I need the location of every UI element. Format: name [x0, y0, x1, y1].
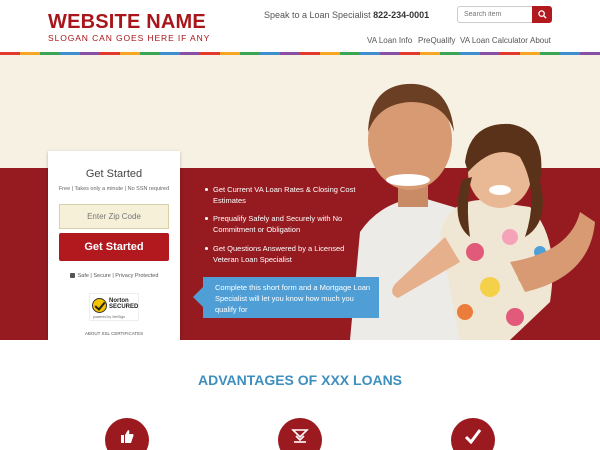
zip-code-input[interactable]: [59, 204, 169, 229]
secure-note: Safe | Secure | Privacy Protected: [48, 273, 180, 279]
phone-contact: Speak to a Loan Specialist 822-234-0001: [264, 10, 429, 20]
search-input[interactable]: [457, 6, 532, 23]
site-slogan: SLOGAN CAN GOES HERE IF ANY: [48, 33, 211, 43]
benefit-item: Get Questions Answered by a Licensed Vet…: [205, 243, 365, 265]
form-note: Free | Takes only a minute | No SSN requ…: [58, 186, 170, 192]
norton-powered-by: powered by VeriSign: [93, 315, 126, 319]
get-started-button[interactable]: Get Started: [59, 233, 169, 261]
phone-label: Speak to a Loan Specialist: [264, 10, 371, 20]
nav-va-loan-calculator[interactable]: VA Loan Calculator: [460, 36, 528, 45]
site-header: WEBSITE NAME SLOGAN CAN GOES HERE IF ANY…: [0, 0, 600, 52]
form-title: Get Started: [85, 168, 143, 180]
lead-form-card: Get Started Free | Takes only a minute |…: [48, 151, 180, 365]
checkmark-icon: [92, 298, 107, 313]
search-button[interactable]: [532, 6, 552, 23]
benefit-item: Get Current VA Loan Rates & Closing Cost…: [205, 184, 365, 206]
secure-text: Safe | Secure | Privacy Protected: [77, 273, 159, 279]
nav-va-loan-info[interactable]: VA Loan Info: [367, 36, 412, 45]
hero-photo: [350, 83, 595, 340]
nav-about[interactable]: About: [530, 36, 551, 45]
ssl-certificates-link[interactable]: ABOUT SSL CERTIFICATES: [48, 331, 180, 336]
norton-seal[interactable]: Norton SECURED powered by VeriSign: [89, 293, 139, 321]
benefit-item: Prequalify Safely and Securely with No C…: [205, 213, 365, 235]
callout-text: Complete this short form and a Mortgage …: [215, 283, 371, 314]
norton-title: Norton SECURED: [109, 298, 139, 310]
nav-prequalify[interactable]: PreQualify: [418, 36, 455, 45]
lock-icon: [69, 273, 75, 278]
site-logo[interactable]: WEBSITE NAME: [48, 11, 206, 34]
phone-number[interactable]: 822-234-0001: [373, 10, 429, 20]
advantages-title: ADVANTAGES OF XXX LOANS: [197, 372, 403, 388]
callout-pointer: [193, 287, 203, 307]
search-icon: [537, 10, 547, 19]
